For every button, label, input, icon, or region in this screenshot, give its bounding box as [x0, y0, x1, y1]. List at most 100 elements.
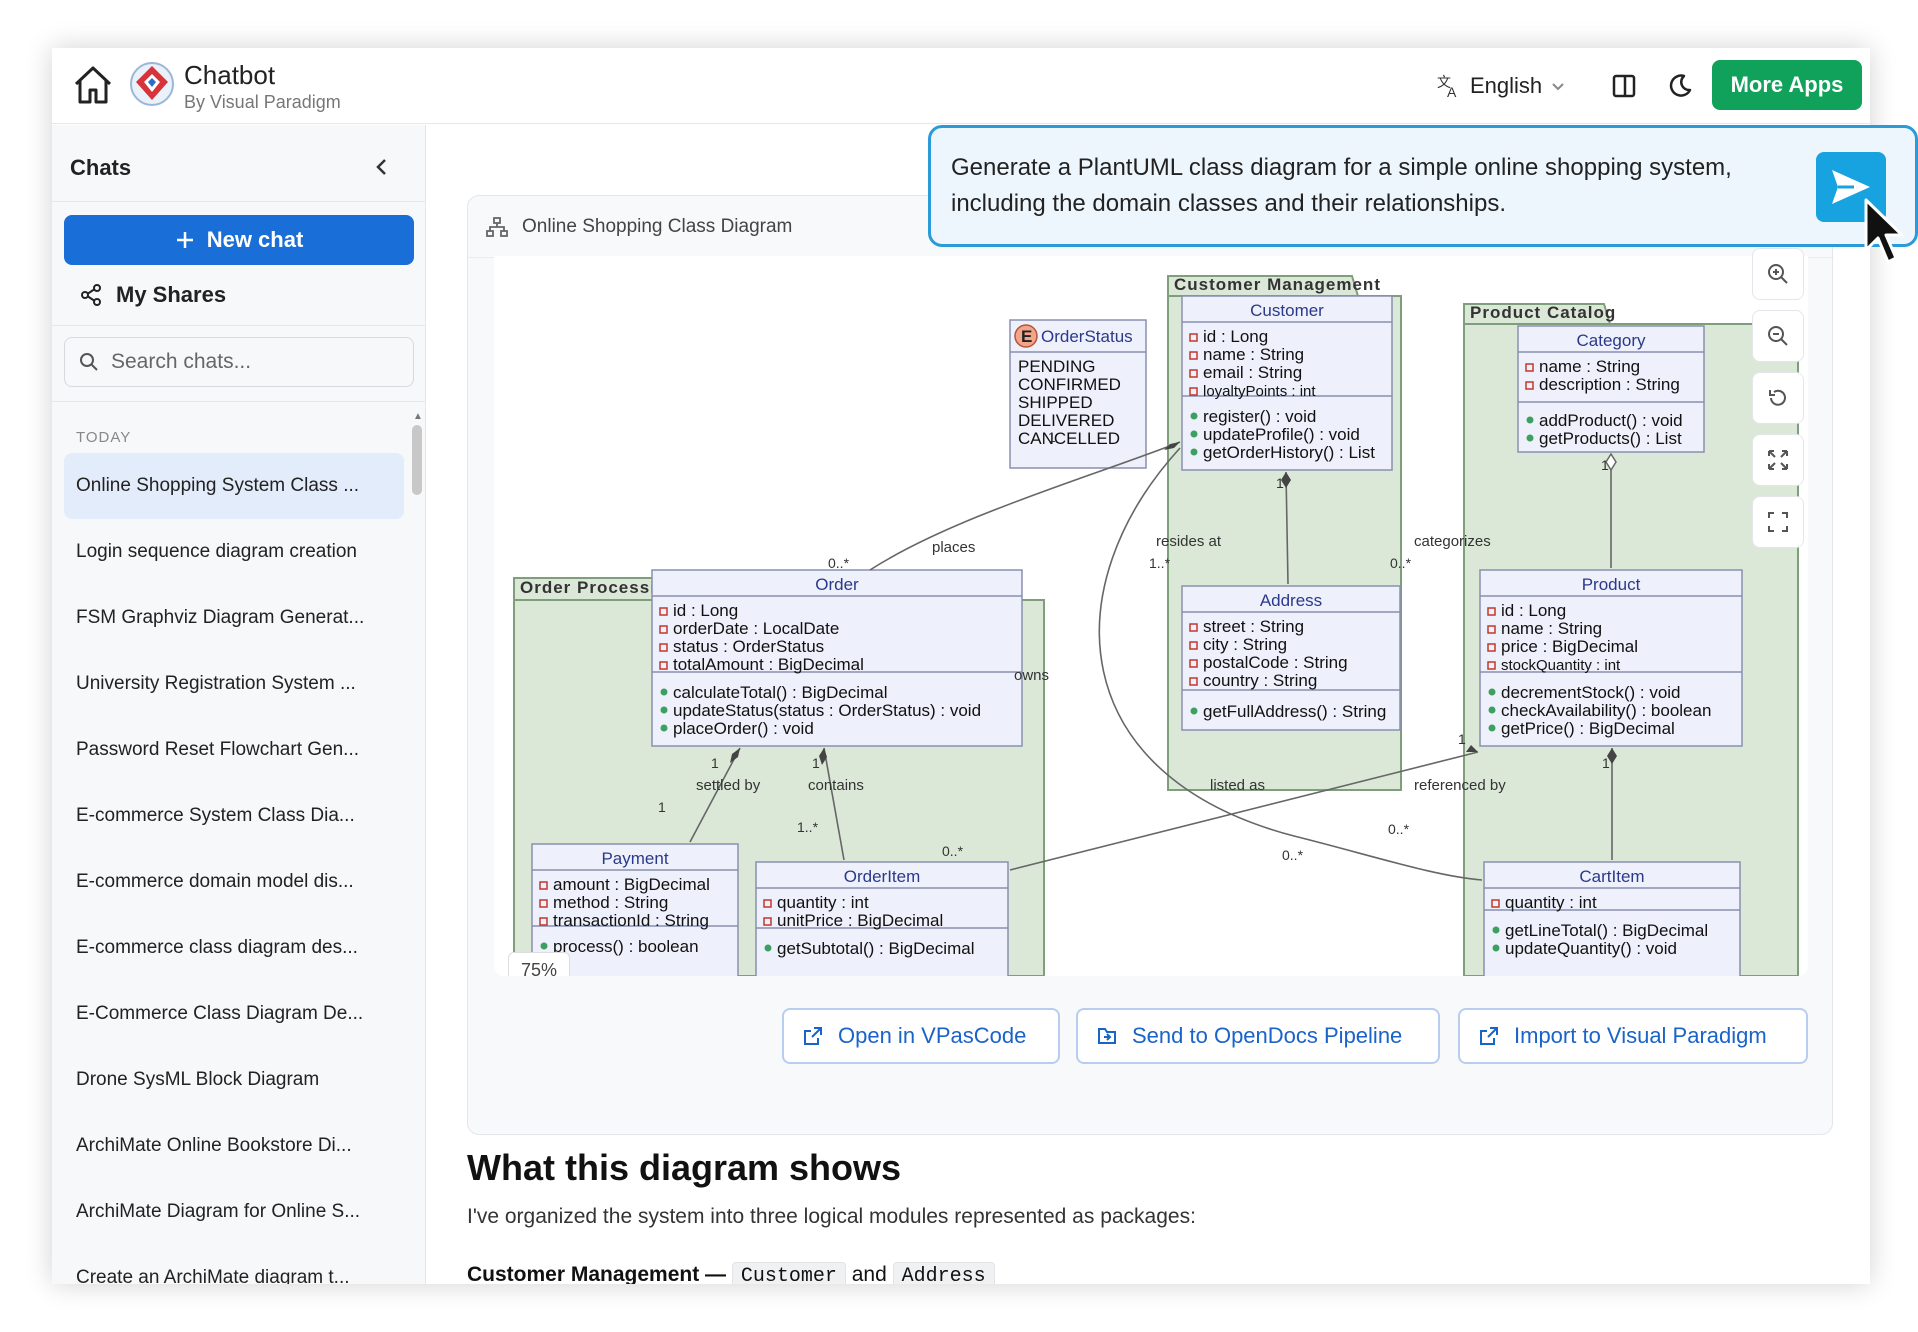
package-label: Product Catalog [1470, 303, 1616, 322]
more-apps-button[interactable]: More Apps [1712, 60, 1862, 110]
enum-orderstatus[interactable]: E OrderStatus PENDING CONFIRMED SHIPPED … [1009, 319, 1147, 469]
chat-item[interactable]: ArchiMate Online Bookstore Di... [64, 1113, 404, 1179]
class-order[interactable]: Order id : Long orderDate : LocalDate st… [651, 569, 1023, 747]
svg-text:PENDING: PENDING [1018, 357, 1095, 376]
import-visual-paradigm-button[interactable]: Import to Visual Paradigm [1458, 1008, 1808, 1064]
inline-code: Address [892, 1262, 995, 1284]
svg-text:description : String: description : String [1539, 375, 1680, 394]
chat-item[interactable]: E-Commerce Class Diagram De... [64, 981, 404, 1047]
svg-text:settled by: settled by [696, 777, 761, 794]
language-selector[interactable]: 文 A English [1436, 70, 1566, 102]
send-opendocs-button[interactable]: Send to OpenDocs Pipeline [1076, 1008, 1440, 1064]
svg-text:name : String: name : String [1203, 345, 1304, 364]
mouse-cursor-icon [1864, 198, 1904, 264]
diagram-card: Online Shopping Class Diagram Customer M… [467, 195, 1834, 1135]
reset-view-button[interactable] [1752, 372, 1804, 424]
svg-text:city : String: city : String [1203, 635, 1287, 654]
dark-mode-icon[interactable] [1664, 70, 1696, 102]
fullscreen-button[interactable] [1752, 496, 1804, 548]
svg-text:placeOrder() : void: placeOrder() : void [673, 719, 814, 738]
visual-paradigm-logo [130, 62, 174, 106]
scroll-up-arrow[interactable]: ▲ [413, 411, 423, 422]
home-icon[interactable] [70, 62, 116, 108]
my-shares-label: My Shares [116, 282, 227, 307]
diagram-title: Online Shopping Class Diagram [522, 215, 793, 237]
list-item: Customer Management — Customer and Addre… [467, 1262, 995, 1284]
diagram-viewport[interactable]: Customer Management Product Catalog Orde… [494, 256, 1808, 976]
svg-text:register() : void: register() : void [1203, 407, 1316, 426]
zoom-in-button[interactable] [1752, 248, 1804, 300]
send-doc-icon [1098, 1028, 1116, 1044]
chat-item[interactable]: FSM Graphviz Diagram Generat... [64, 585, 404, 651]
svg-text:getOrderHistory() : List: getOrderHistory() : List [1203, 443, 1375, 462]
chat-item[interactable]: E-commerce class diagram des... [64, 915, 404, 981]
fit-icon [1768, 450, 1788, 470]
external-link-icon [804, 1027, 822, 1045]
svg-text:OrderItem: OrderItem [844, 867, 921, 886]
svg-text:updateQuantity() : void: updateQuantity() : void [1505, 939, 1677, 958]
zoom-level: 75% [508, 952, 570, 976]
svg-text:id : Long: id : Long [1501, 601, 1566, 620]
chat-item[interactable]: University Registration System ... [64, 651, 404, 717]
class-category[interactable]: Category name : String description : Str… [1517, 325, 1705, 453]
prompt-text[interactable]: Generate a PlantUML class diagram for a … [951, 150, 1771, 222]
chat-item[interactable]: Drone SysML Block Diagram [64, 1047, 404, 1113]
share-icon [81, 284, 101, 306]
class-cartitem[interactable]: CartItem quantity : int getLineTotal() :… [1483, 861, 1741, 976]
prompt-input-overlay[interactable]: Generate a PlantUML class diagram for a … [928, 125, 1918, 247]
svg-text:0..*: 0..* [1282, 847, 1304, 863]
class-product[interactable]: Product id : Long name : String price : … [1479, 569, 1743, 747]
svg-text:Customer: Customer [1250, 301, 1324, 320]
language-label: English [1470, 73, 1543, 98]
svg-text:CONFIRMED: CONFIRMED [1018, 375, 1121, 394]
panel-toggle-icon[interactable] [1608, 70, 1640, 102]
chat-item[interactable]: Online Shopping System Class ... [64, 453, 404, 519]
svg-text:1: 1 [1048, 429, 1056, 445]
class-customer[interactable]: Customer id : Long name : String email :… [1181, 295, 1393, 471]
svg-text:email : String: email : String [1203, 363, 1302, 382]
search-box[interactable] [64, 337, 414, 387]
svg-text:1: 1 [1276, 475, 1284, 491]
chat-item[interactable]: Login sequence diagram creation [64, 519, 404, 585]
svg-text:CartItem: CartItem [1579, 867, 1644, 886]
chat-item[interactable]: Password Reset Flowchart Gen... [64, 717, 404, 783]
svg-text:quantity : int: quantity : int [777, 893, 869, 912]
svg-text:Payment: Payment [601, 849, 668, 868]
new-chat-button[interactable]: New chat [64, 215, 414, 265]
chat-item[interactable]: E-commerce domain model dis... [64, 849, 404, 915]
chat-list: Online Shopping System Class ... Login s… [64, 453, 404, 1284]
translate-icon: 文 A [1437, 74, 1457, 99]
svg-text:amount : BigDecimal: amount : BigDecimal [553, 875, 710, 894]
svg-text:CANCELLED: CANCELLED [1018, 429, 1120, 448]
zoom-out-icon [1768, 326, 1788, 346]
chat-item[interactable]: ArchiMate Diagram for Online S... [64, 1179, 404, 1245]
svg-text:stockQuantity : int: stockQuantity : int [1501, 657, 1621, 674]
class-orderitem[interactable]: OrderItem quantity : int unitPrice : Big… [755, 861, 1009, 976]
class-address[interactable]: Address street : String city : String po… [1181, 585, 1401, 731]
zoom-out-button[interactable] [1752, 310, 1804, 362]
svg-text:getPrice() : BigDecimal: getPrice() : BigDecimal [1501, 719, 1675, 738]
svg-text:owns: owns [1014, 667, 1049, 684]
open-vpascode-button[interactable]: Open in VPasCode [782, 1008, 1060, 1064]
app-subtitle: By Visual Paradigm [184, 92, 341, 112]
svg-text:transactionId : String: transactionId : String [553, 911, 709, 930]
chat-item[interactable]: E-commerce System Class Dia... [64, 783, 404, 849]
svg-text:1..*: 1..* [797, 819, 819, 835]
search-input[interactable] [111, 350, 391, 374]
enum-name: OrderStatus [1041, 327, 1133, 346]
svg-text:listed as: listed as [1210, 777, 1265, 794]
my-shares-link[interactable]: My Shares [80, 275, 226, 315]
divider [52, 201, 426, 202]
svg-text:name : String: name : String [1539, 357, 1640, 376]
svg-text:updateProfile() : void: updateProfile() : void [1203, 425, 1360, 444]
chat-item[interactable]: Create an ArchiMate diagram t... [64, 1245, 404, 1284]
fit-view-button[interactable] [1752, 434, 1804, 486]
top-header: Chatbot By Visual Paradigm 文 A English M… [52, 48, 1870, 124]
sidebar-scrollbar[interactable] [412, 425, 422, 495]
collapse-sidebar-icon[interactable] [370, 153, 394, 181]
plus-icon [176, 232, 193, 248]
svg-text:Order: Order [815, 575, 859, 594]
svg-text:1: 1 [658, 799, 666, 815]
svg-text:id : Long: id : Long [1203, 327, 1268, 346]
svg-text:getLineTotal() : BigDecimal: getLineTotal() : BigDecimal [1505, 921, 1708, 940]
